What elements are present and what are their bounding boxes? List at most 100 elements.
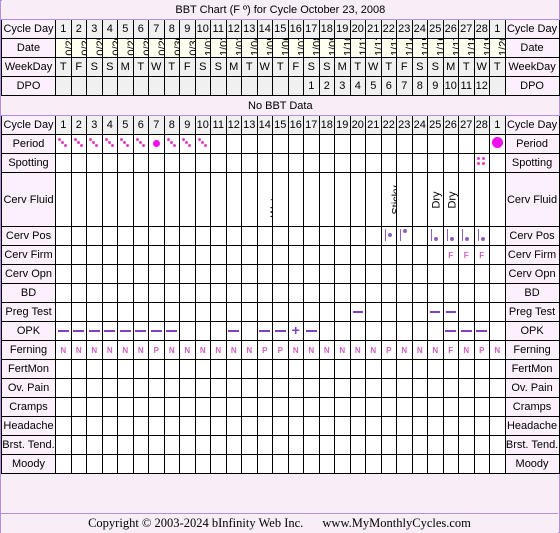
fertmon-cell[interactable]: [194, 359, 211, 379]
cerv-firm-cell[interactable]: [55, 245, 72, 265]
cerv-pos-cell[interactable]: [427, 226, 444, 246]
bd-cell[interactable]: [489, 283, 506, 303]
fertmon-cell[interactable]: [179, 359, 196, 379]
ferning-cell[interactable]: F: [442, 340, 459, 360]
spotting-cell[interactable]: [489, 153, 506, 173]
spotting-cell[interactable]: [210, 153, 227, 173]
cramps-cell[interactable]: [132, 397, 149, 417]
period-cell[interactable]: [334, 134, 351, 154]
ferning-cell[interactable]: N: [318, 340, 335, 360]
preg-test-cell[interactable]: [427, 302, 444, 322]
cerv-pos-cell[interactable]: [396, 226, 413, 246]
fertmon-cell[interactable]: [442, 359, 459, 379]
cerv-firm-cell[interactable]: [303, 245, 320, 265]
headache-cell[interactable]: [117, 416, 134, 436]
period-cell[interactable]: [473, 134, 490, 154]
brst-tend-cell[interactable]: [473, 435, 490, 455]
opk-cell[interactable]: [380, 321, 397, 341]
moody-cell[interactable]: [86, 454, 103, 474]
preg-test-cell[interactable]: [86, 302, 103, 322]
fertmon-cell[interactable]: [163, 359, 180, 379]
spotting-cell[interactable]: [272, 153, 289, 173]
bd-cell[interactable]: [55, 283, 72, 303]
moody-cell[interactable]: [489, 454, 506, 474]
cerv-fluid-cell[interactable]: [489, 172, 506, 227]
cerv-firm-cell[interactable]: [380, 245, 397, 265]
spotting-cell[interactable]: [318, 153, 335, 173]
bd-cell[interactable]: [194, 283, 211, 303]
opk-cell[interactable]: [132, 321, 149, 341]
cerv-pos-cell[interactable]: [411, 226, 428, 246]
cramps-cell[interactable]: [194, 397, 211, 417]
brst-tend-cell[interactable]: [70, 435, 87, 455]
cerv-fluid-cell[interactable]: Dry: [427, 172, 444, 227]
moody-cell[interactable]: [396, 454, 413, 474]
period-cell[interactable]: [225, 134, 242, 154]
cerv-opn-cell[interactable]: [287, 264, 304, 284]
cramps-cell[interactable]: [70, 397, 87, 417]
brst-tend-cell[interactable]: [287, 435, 304, 455]
fertmon-cell[interactable]: [334, 359, 351, 379]
bd-cell[interactable]: [380, 283, 397, 303]
brst-tend-cell[interactable]: [86, 435, 103, 455]
bd-cell[interactable]: [132, 283, 149, 303]
cerv-opn-cell[interactable]: [101, 264, 118, 284]
ferning-cell[interactable]: N: [132, 340, 149, 360]
spotting-cell[interactable]: [303, 153, 320, 173]
cerv-opn-cell[interactable]: [318, 264, 335, 284]
opk-cell[interactable]: [365, 321, 382, 341]
cerv-fluid-cell[interactable]: Watery: [256, 172, 273, 227]
opk-cell[interactable]: [194, 321, 211, 341]
fertmon-cell[interactable]: [148, 359, 165, 379]
fertmon-cell[interactable]: [210, 359, 227, 379]
ov-pain-cell[interactable]: [225, 378, 242, 398]
cerv-firm-cell[interactable]: [256, 245, 273, 265]
opk-cell[interactable]: [86, 321, 103, 341]
fertmon-cell[interactable]: [287, 359, 304, 379]
spotting-cell[interactable]: [86, 153, 103, 173]
preg-test-cell[interactable]: [101, 302, 118, 322]
spotting-cell[interactable]: [334, 153, 351, 173]
bd-cell[interactable]: [411, 283, 428, 303]
ov-pain-cell[interactable]: [349, 378, 366, 398]
cerv-firm-cell[interactable]: [225, 245, 242, 265]
headache-cell[interactable]: [256, 416, 273, 436]
cerv-fluid-cell[interactable]: [101, 172, 118, 227]
cerv-opn-cell[interactable]: [272, 264, 289, 284]
ferning-cell[interactable]: N: [225, 340, 242, 360]
ferning-cell[interactable]: N: [55, 340, 72, 360]
cerv-pos-cell[interactable]: [458, 226, 475, 246]
cerv-pos-cell[interactable]: [163, 226, 180, 246]
headache-cell[interactable]: [101, 416, 118, 436]
headache-cell[interactable]: [318, 416, 335, 436]
brst-tend-cell[interactable]: [225, 435, 242, 455]
cerv-firm-cell[interactable]: F: [458, 245, 475, 265]
spotting-cell[interactable]: [194, 153, 211, 173]
ferning-cell[interactable]: N: [117, 340, 134, 360]
period-cell[interactable]: [489, 134, 506, 154]
cramps-cell[interactable]: [210, 397, 227, 417]
opk-cell[interactable]: [272, 321, 289, 341]
bd-cell[interactable]: [318, 283, 335, 303]
cramps-cell[interactable]: [427, 397, 444, 417]
cerv-firm-cell[interactable]: [318, 245, 335, 265]
cerv-pos-cell[interactable]: [256, 226, 273, 246]
headache-cell[interactable]: [272, 416, 289, 436]
ferning-cell[interactable]: P: [380, 340, 397, 360]
period-cell[interactable]: [148, 134, 165, 154]
cerv-firm-cell[interactable]: F: [442, 245, 459, 265]
moody-cell[interactable]: [380, 454, 397, 474]
moody-cell[interactable]: [473, 454, 490, 474]
opk-cell[interactable]: [55, 321, 72, 341]
bd-cell[interactable]: [256, 283, 273, 303]
opk-cell[interactable]: [458, 321, 475, 341]
moody-cell[interactable]: [179, 454, 196, 474]
ferning-cell[interactable]: N: [427, 340, 444, 360]
brst-tend-cell[interactable]: [489, 435, 506, 455]
fertmon-cell[interactable]: [473, 359, 490, 379]
bd-cell[interactable]: [473, 283, 490, 303]
fertmon-cell[interactable]: [117, 359, 134, 379]
cerv-opn-cell[interactable]: [442, 264, 459, 284]
ferning-cell[interactable]: N: [70, 340, 87, 360]
spotting-cell[interactable]: [241, 153, 258, 173]
